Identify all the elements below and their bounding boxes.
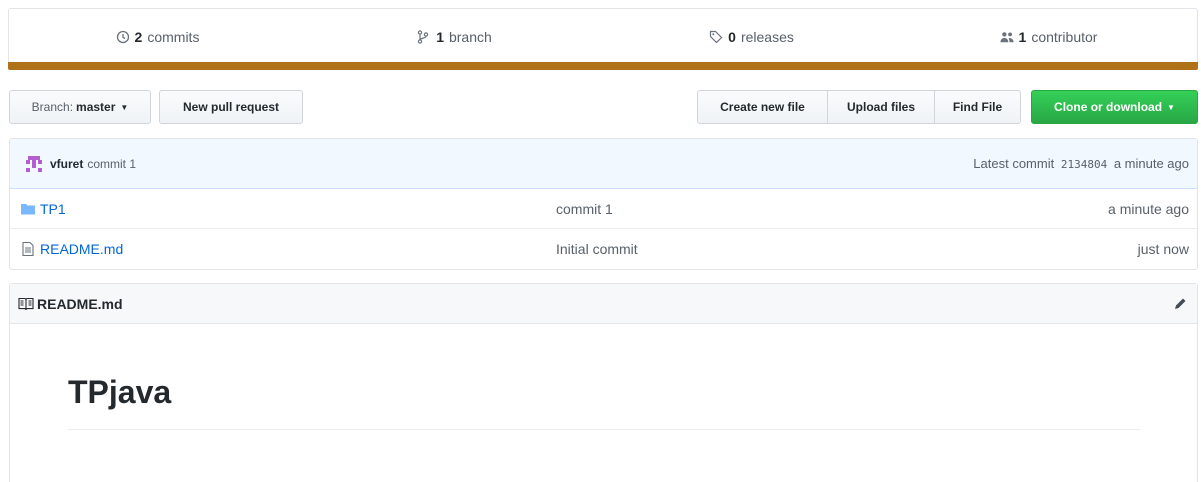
file-age: a minute ago <box>1108 200 1189 217</box>
file-commit-message[interactable]: Initial commit <box>556 241 1138 257</box>
upload-files-button[interactable]: Upload files <box>827 90 935 124</box>
branch-prefix: Branch: <box>31 100 74 114</box>
repo-page: 2 commits 1 branch 0 releases 1 contribu… <box>0 0 1201 482</box>
latest-commit-label: Latest commit <box>973 156 1055 171</box>
clone-or-download-button[interactable]: Clone or download ▼ <box>1031 90 1198 124</box>
create-new-file-button[interactable]: Create new file <box>697 90 828 124</box>
commits-count: 2 <box>134 28 143 45</box>
commit-author-link[interactable]: vfuret <box>50 157 83 171</box>
git-branch-icon <box>417 29 431 44</box>
contributors-count: 1 <box>1018 28 1027 45</box>
file-age: just now <box>1137 241 1189 257</box>
file-icon <box>20 241 36 257</box>
branches-count: 1 <box>436 28 444 45</box>
readme-content: TPjava <box>10 324 1197 430</box>
readme-box: README.md TPjava <box>9 283 1198 482</box>
file-navigation: Branch: master ▼ New pull request Create… <box>9 90 1198 124</box>
file-commit-message[interactable]: commit 1 <box>556 201 1108 217</box>
clone-label: Clone or download <box>1054 100 1163 114</box>
readme-heading: TPjava <box>68 374 1140 430</box>
branches-label: branch <box>448 28 492 45</box>
history-icon <box>116 30 130 44</box>
pencil-icon[interactable] <box>1173 297 1187 311</box>
latest-commit-info: Latest commit 2134804 a minute ago <box>973 156 1189 171</box>
caret-down-icon: ▼ <box>120 102 129 112</box>
releases-label: releases <box>740 28 794 45</box>
commits-label: commits <box>147 28 200 45</box>
caret-down-icon: ▼ <box>1167 102 1175 112</box>
contributors-link[interactable]: 1 contributor <box>900 29 1197 45</box>
commits-link[interactable]: 2 commits <box>9 29 306 45</box>
latest-commit-age: a minute ago <box>1113 156 1189 171</box>
folder-icon <box>20 201 36 217</box>
commit-message-link[interactable]: commit 1 <box>87 157 136 171</box>
branch-name: master <box>76 100 116 114</box>
repo-summary: 2 commits 1 branch 0 releases 1 contribu… <box>8 8 1198 64</box>
releases-count: 0 <box>728 28 736 45</box>
releases-link[interactable]: 0 releases <box>603 29 900 45</box>
new-pull-request-button[interactable]: New pull request <box>159 90 303 124</box>
branch-select-button[interactable]: Branch: master ▼ <box>9 90 151 124</box>
file-name-link[interactable]: README.md <box>40 241 556 257</box>
readme-filename: README.md <box>37 295 123 312</box>
branches-link[interactable]: 1 branch <box>306 29 603 45</box>
tag-icon <box>709 30 723 44</box>
find-file-button[interactable]: Find File <box>934 90 1021 124</box>
contributors-label: contributor <box>1031 28 1098 45</box>
book-icon <box>18 297 34 311</box>
file-row: README.md Initial commit just now <box>10 229 1197 269</box>
people-icon <box>999 30 1014 44</box>
avatar[interactable] <box>24 153 44 174</box>
language-bar[interactable] <box>8 62 1198 70</box>
readme-header: README.md <box>10 284 1197 324</box>
file-table: vfuret commit 1 Latest commit 2134804 a … <box>9 138 1198 270</box>
file-name-link[interactable]: TP1 <box>40 201 556 217</box>
commit-tease: vfuret commit 1 Latest commit 2134804 a … <box>10 139 1197 189</box>
commit-sha-link[interactable]: 2134804 <box>1061 158 1107 171</box>
file-row: TP1 commit 1 a minute ago <box>10 189 1197 229</box>
